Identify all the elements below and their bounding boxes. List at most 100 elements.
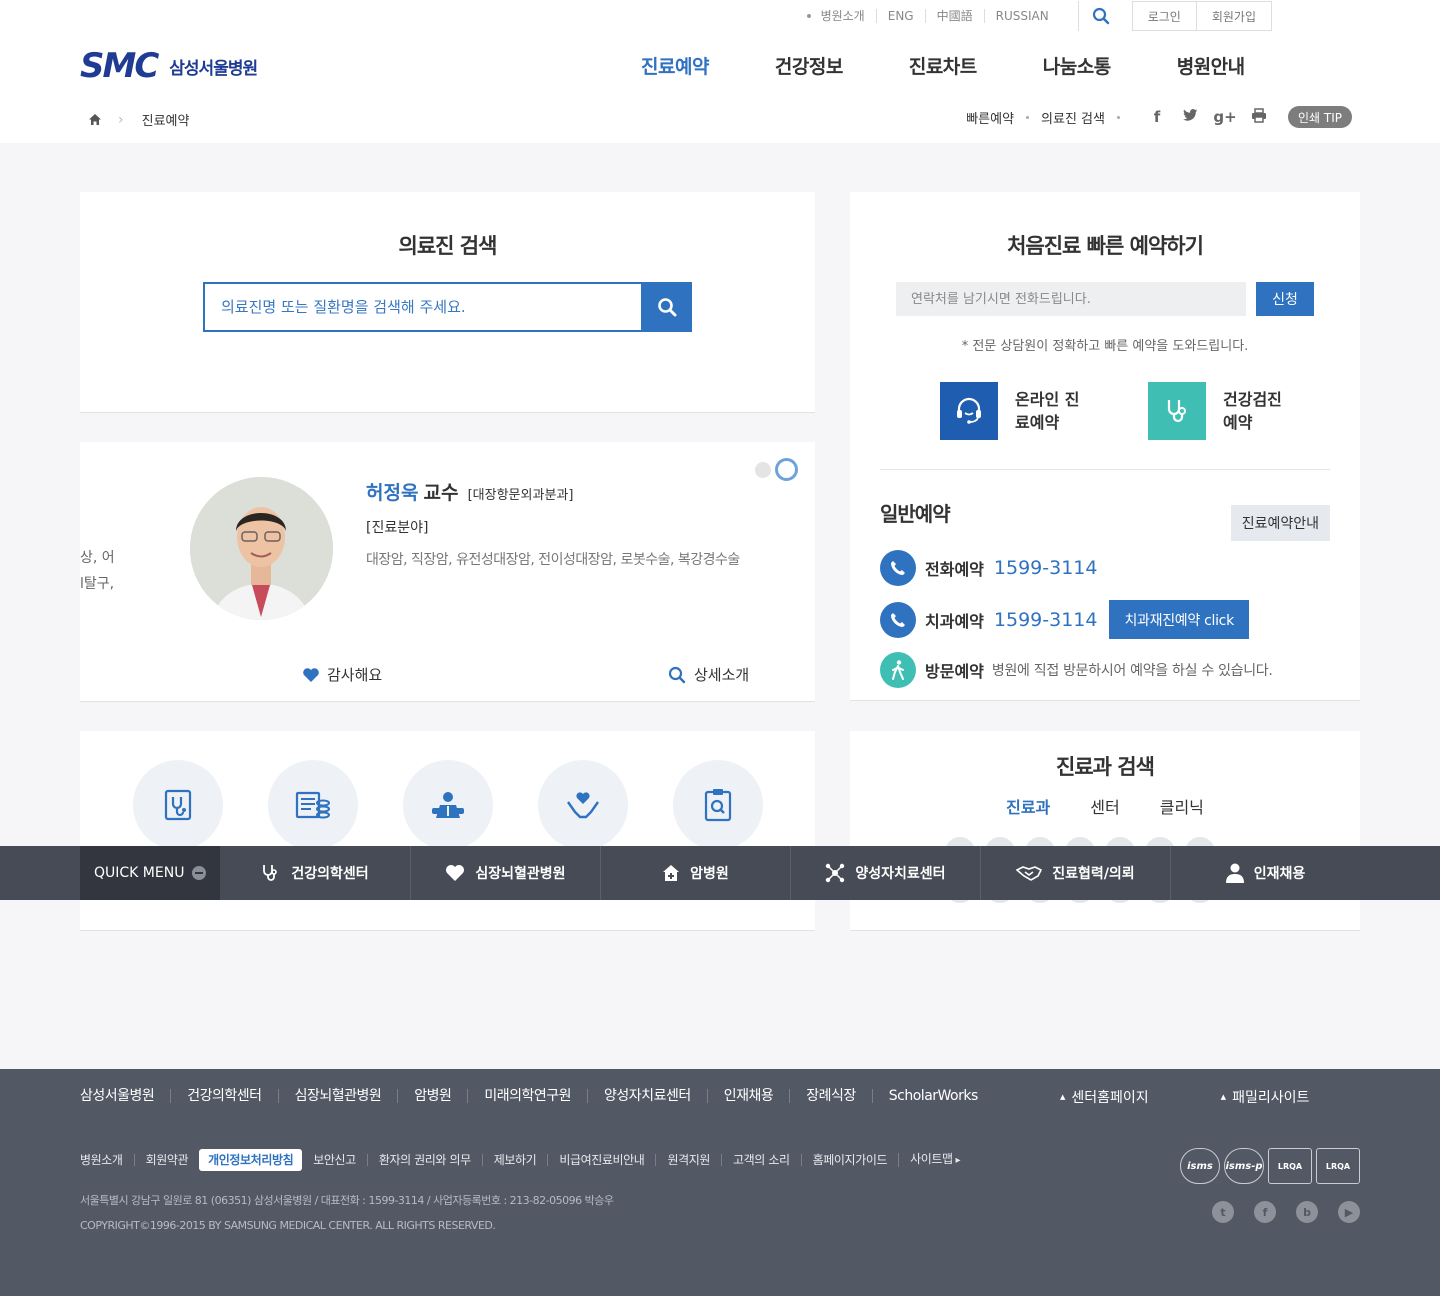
footer-link[interactable]: 삼성서울병원 — [80, 1089, 170, 1103]
doctor-search-card: 의료진 검색 — [80, 192, 815, 413]
family-site-select[interactable]: 패밀리사이트 — [1221, 1087, 1309, 1107]
breadcrumb-current: 진료예약 — [141, 114, 190, 129]
online-reservation-tile[interactable]: 온라인 진료예약 — [940, 382, 1093, 440]
search-icon — [668, 666, 686, 683]
reservation-guide-button[interactable]: 진료예약안내 — [1230, 505, 1330, 541]
footer-link[interactable]: ScholarWorks — [871, 1089, 994, 1103]
print-tip-button[interactable]: 인쇄 TIP — [1287, 106, 1352, 128]
doctor-search-input[interactable] — [203, 282, 641, 332]
privacy-policy-link[interactable]: 개인정보처리방침 — [199, 1149, 303, 1171]
phone-reservation-number[interactable]: 1599-3114 — [994, 557, 1098, 579]
header-search-button[interactable] — [1077, 1, 1124, 31]
link-english[interactable]: ENG — [875, 9, 925, 23]
doctor-search-box — [203, 282, 692, 332]
search-icon — [657, 298, 676, 317]
footer-link[interactable]: 장례식장 — [789, 1089, 872, 1103]
footer-link[interactable]: 양성자치료센터 — [587, 1089, 707, 1103]
twitter-icon[interactable] — [1174, 108, 1208, 126]
dental-reservation-number[interactable]: 1599-3114 — [994, 609, 1098, 631]
clipboard-search-icon[interactable] — [673, 760, 763, 850]
quick-menu-toggle[interactable]: QUICK MENU — [80, 846, 220, 900]
heart-hands-icon[interactable] — [538, 760, 628, 850]
doctor-search-title: 의료진 검색 — [398, 234, 498, 258]
phone-reservation-label: 전화예약 — [925, 560, 984, 579]
footer-sub-link[interactable]: 비급여진료비안내 — [547, 1154, 655, 1166]
youtube-icon[interactable]: ▶ — [1338, 1201, 1360, 1223]
logo[interactable]: SMC 삼성서울병원 — [80, 46, 258, 86]
quick-reservation-link[interactable]: 빠른예약 — [966, 108, 1014, 127]
slider-dot-active[interactable] — [775, 458, 798, 481]
nav-health-info[interactable]: 건강정보 — [742, 52, 876, 79]
dental-reservation: 치과예약 1599-3114 치과재진예약 click — [880, 600, 1249, 639]
nav-community[interactable]: 나눔소통 — [1010, 52, 1144, 79]
link-chinese[interactable]: 中國語 — [924, 9, 984, 23]
doctor-name[interactable]: 허정욱 — [366, 482, 418, 504]
quick-cooperation[interactable]: 진료협력/의뢰 — [980, 846, 1170, 900]
quick-cancer-hospital[interactable]: 암병원 — [600, 846, 790, 900]
quick-heart-hospital[interactable]: 심장뇌혈관병원 — [410, 846, 600, 900]
phone-input[interactable] — [896, 282, 1246, 316]
footer-sub-link[interactable]: 고객의 소리 — [721, 1154, 801, 1166]
phone-icon — [880, 550, 916, 586]
footer-sub-link[interactable]: 제보하기 — [481, 1154, 548, 1166]
detail-button[interactable]: 상세소개 — [668, 664, 749, 685]
general-reservation-title: 일반예약 — [880, 502, 951, 526]
headset-icon — [940, 382, 998, 440]
footer-sns: t f b ▶ — [1192, 1201, 1360, 1223]
footer-link[interactable]: 건강의학센터 — [170, 1089, 277, 1103]
footer-sub-link[interactable]: 보안신고 — [302, 1154, 367, 1166]
receipt-icon[interactable] — [268, 760, 358, 850]
lrqa-badge: LRQA — [1268, 1148, 1312, 1184]
link-russian[interactable]: RUSSIAN — [983, 9, 1060, 23]
nav-hospital-guide[interactable]: 병원안내 — [1144, 52, 1278, 79]
doctor-search-button[interactable] — [641, 282, 692, 332]
stethoscope-icon[interactable] — [133, 760, 223, 850]
center-homepage-select[interactable]: 센터홈페이지 — [1060, 1087, 1148, 1107]
patient-icon[interactable] — [403, 760, 493, 850]
tab-clinic[interactable]: 클리닉 — [1160, 794, 1204, 818]
footer-sub-link[interactable]: 홈페이지가이드 — [800, 1154, 898, 1166]
footer-sub-link[interactable]: 병원소개 — [80, 1154, 134, 1166]
home-icon[interactable] — [88, 113, 102, 126]
footer-link[interactable]: 심장뇌혈관병원 — [277, 1089, 398, 1103]
twitter-icon[interactable]: t — [1212, 1201, 1234, 1223]
footer-sub-link[interactable]: 회원약관 — [133, 1154, 200, 1166]
quick-health-center[interactable]: 건강의학센터 — [220, 846, 410, 900]
footer-link[interactable]: 인재채용 — [706, 1089, 790, 1103]
footer-main-links: 삼성서울병원 건강의학센터 심장뇌혈관병원 암병원 미래의학연구원 양성자치료센… — [80, 1089, 994, 1103]
apply-button[interactable]: 신청 — [1256, 282, 1314, 316]
thanks-button[interactable]: 감사해요 — [302, 664, 382, 685]
print-icon[interactable] — [1242, 107, 1276, 127]
footer-sub-link[interactable]: 원격지원 — [655, 1154, 721, 1166]
nav-chart[interactable]: 진료차트 — [876, 52, 1010, 79]
site-footer: 삼성서울병원 건강의학센터 심장뇌혈관병원 암병원 미래의학연구원 양성자치료센… — [0, 1069, 1440, 1296]
address-text: 서울특별시 강남구 일원로 81 (06351) 삼성서울병원 / 대표전화 :… — [80, 1194, 614, 1207]
footer-link[interactable]: 미래의학연구원 — [467, 1089, 587, 1103]
site-header: 병원소개 ENG 中國語 RUSSIAN 로그인 회원가입 SMC 삼성서울병원… — [0, 0, 1440, 143]
health-checkup-tile[interactable]: 건강검진 예약 — [1148, 382, 1301, 440]
fast-reservation-note: * 전문 상담원이 정확하고 빠른 예약을 도와드립니다. — [961, 339, 1249, 354]
link-hospital-intro[interactable]: 병원소개 — [821, 9, 876, 23]
footer-sub-link[interactable]: 환자의 권리와 의무 — [366, 1154, 482, 1166]
quick-recruit[interactable]: 인재채용 — [1170, 846, 1360, 900]
blog-icon[interactable]: b — [1296, 1201, 1318, 1223]
tab-department[interactable]: 진료과 — [1006, 794, 1050, 818]
tab-center[interactable]: 센터 — [1090, 794, 1119, 818]
previous-slide-snippet: 상, 어 l탈구, — [80, 550, 115, 592]
nav-reservation[interactable]: 진료예약 — [608, 52, 742, 79]
facebook-icon[interactable]: f — [1140, 108, 1174, 126]
doctor-photo[interactable] — [190, 477, 333, 620]
quick-proton-center[interactable]: 양성자치료센터 — [790, 846, 980, 900]
dental-revisit-button[interactable]: 치과재진예약 click — [1109, 600, 1249, 639]
sitemap-link[interactable]: 사이트맵 — [898, 1153, 971, 1167]
google-plus-icon[interactable]: g+ — [1208, 108, 1242, 126]
login-button[interactable]: 로그인 — [1131, 1, 1197, 31]
department-search-title: 진료과 검색 — [1056, 755, 1155, 779]
facebook-icon[interactable]: f — [1254, 1201, 1276, 1223]
join-button[interactable]: 회원가입 — [1195, 1, 1272, 31]
certification-badges: isms isms-p LRQA LRQA — [1176, 1148, 1360, 1184]
slider-dot[interactable] — [755, 461, 771, 478]
doctor-search-link[interactable]: 의료진 검색 — [1041, 108, 1105, 127]
footer-link[interactable]: 암병원 — [397, 1089, 467, 1103]
molecule-icon — [826, 863, 845, 883]
